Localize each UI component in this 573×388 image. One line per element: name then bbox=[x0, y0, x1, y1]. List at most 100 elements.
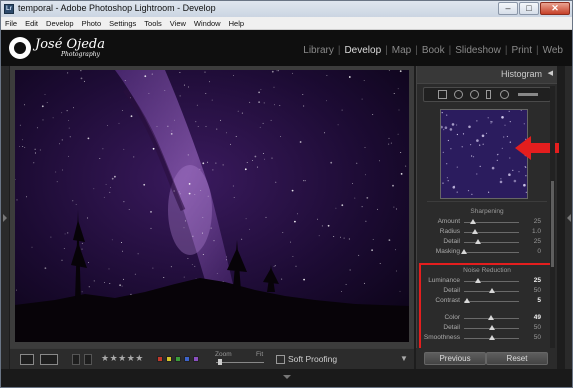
menu-edit[interactable]: Edit bbox=[21, 17, 42, 29]
histogram-header[interactable]: Histogram ◀ bbox=[417, 66, 557, 84]
noise-luminance-slider-knob[interactable] bbox=[475, 278, 481, 283]
module-web[interactable]: Web bbox=[540, 45, 566, 56]
noise-luminance-slider-knob[interactable] bbox=[489, 288, 495, 293]
noise-color-label: Detail bbox=[443, 324, 460, 331]
sharpening-value[interactable]: 25 bbox=[534, 238, 541, 245]
sharpening-slider-row[interactable]: Amount 25 bbox=[417, 218, 557, 226]
menu-develop[interactable]: Develop bbox=[42, 17, 78, 29]
sharpening-slider-knob[interactable] bbox=[470, 219, 476, 224]
menu-help[interactable]: Help bbox=[225, 17, 248, 29]
noise-color-value[interactable]: 50 bbox=[534, 334, 541, 341]
previous-button[interactable]: Previous bbox=[424, 352, 486, 365]
sharpening-slider-knob[interactable] bbox=[472, 229, 478, 234]
sharpening-slider-row[interactable]: Detail 25 bbox=[417, 238, 557, 246]
maximize-button[interactable]: □ bbox=[519, 2, 539, 15]
red-eye-icon[interactable] bbox=[470, 90, 479, 99]
identity-plate[interactable]: José Ojeda Photography bbox=[9, 37, 119, 61]
noise-color-value[interactable]: 50 bbox=[534, 324, 541, 331]
menu-file[interactable]: File bbox=[1, 17, 21, 29]
rating-stars[interactable]: ★★★★★ bbox=[101, 353, 144, 364]
filmstrip-toggle[interactable] bbox=[1, 369, 572, 387]
noise-luminance-slider-row[interactable]: Luminance 25 bbox=[417, 277, 557, 285]
module-library[interactable]: Library bbox=[300, 45, 337, 56]
milky-way-image bbox=[15, 70, 409, 342]
lightroom-app-icon[interactable]: Lr bbox=[4, 4, 14, 14]
sharpening-label: Detail bbox=[443, 238, 460, 245]
graduated-filter-icon[interactable] bbox=[486, 90, 491, 99]
right-panel-toggle[interactable] bbox=[565, 66, 572, 369]
noise-color-slider-knob[interactable] bbox=[488, 315, 494, 320]
module-slideshow[interactable]: Slideshow bbox=[452, 45, 504, 56]
color-label-purple[interactable] bbox=[193, 356, 199, 362]
reject-flag-icon[interactable] bbox=[84, 354, 92, 365]
noise-luminance-slider-row[interactable]: Contrast 5 bbox=[417, 297, 557, 305]
sharpening-label: Amount bbox=[437, 218, 460, 225]
sharpening-slider-knob[interactable] bbox=[475, 239, 481, 244]
noise-color-slider-row[interactable]: Detail 50 bbox=[417, 324, 557, 332]
identity-plate-subtitle: Photography bbox=[61, 51, 100, 58]
color-label-yellow[interactable] bbox=[166, 356, 172, 362]
sharpening-slider-track[interactable] bbox=[464, 242, 519, 243]
noise-color-slider-knob[interactable] bbox=[489, 335, 495, 340]
radial-filter-icon[interactable] bbox=[500, 90, 509, 99]
sharpening-value[interactable]: 25 bbox=[534, 218, 541, 225]
soft-proofing-checkbox[interactable] bbox=[276, 355, 285, 364]
collapse-icon[interactable]: ◀ bbox=[548, 69, 553, 77]
sharpening-value[interactable]: 0 bbox=[537, 248, 541, 255]
noise-luminance-slider-row[interactable]: Detail 50 bbox=[417, 287, 557, 295]
sharpening-value[interactable]: 1.0 bbox=[532, 228, 541, 235]
noise-luminance-label: Detail bbox=[443, 287, 460, 294]
minimize-button[interactable]: – bbox=[498, 2, 518, 15]
loupe-view-button[interactable] bbox=[20, 354, 34, 365]
toolbar-menu-icon[interactable]: ▼ bbox=[400, 354, 408, 363]
noise-luminance-slider-knob[interactable] bbox=[464, 298, 470, 303]
sharpening-slider-knob[interactable] bbox=[461, 249, 467, 254]
sharpening-label: Masking bbox=[435, 248, 460, 255]
image-canvas[interactable] bbox=[10, 66, 414, 348]
sharpening-slider-row[interactable]: Masking 0 bbox=[417, 248, 557, 256]
noise-color-value[interactable]: 49 bbox=[534, 314, 541, 321]
noise-luminance-label: Contrast bbox=[435, 297, 460, 304]
module-map[interactable]: Map bbox=[389, 45, 414, 56]
zoom-slider-knob[interactable] bbox=[218, 359, 222, 365]
noise-color-slider-row[interactable]: Smoothness 50 bbox=[417, 334, 557, 342]
noise-luminance-slider-track[interactable] bbox=[464, 281, 519, 282]
noise-luminance-slider-track[interactable] bbox=[464, 301, 519, 302]
menu-view[interactable]: View bbox=[166, 17, 190, 29]
reset-button[interactable]: Reset bbox=[486, 352, 548, 365]
expand-filmstrip-icon bbox=[283, 375, 291, 379]
left-panel-toggle[interactable] bbox=[1, 66, 9, 369]
module-print[interactable]: Print bbox=[508, 45, 535, 56]
module-book[interactable]: Book bbox=[419, 45, 448, 56]
divider bbox=[427, 201, 547, 202]
module-develop[interactable]: Develop bbox=[341, 45, 384, 56]
menu-window[interactable]: Window bbox=[190, 17, 225, 29]
sharpening-slider-track[interactable] bbox=[464, 252, 519, 253]
color-label-green[interactable] bbox=[175, 356, 181, 362]
milky-way-photo bbox=[15, 70, 409, 342]
noise-color-slider-row[interactable]: Color 49 bbox=[417, 314, 557, 322]
expand-right-icon bbox=[567, 214, 571, 222]
panel-scrollbar-thumb[interactable] bbox=[551, 181, 554, 267]
close-button[interactable]: ✕ bbox=[540, 2, 570, 15]
spot-removal-icon[interactable] bbox=[454, 90, 463, 99]
adjustment-brush-icon[interactable] bbox=[518, 93, 538, 96]
menu-bar: File Edit Develop Photo Settings Tools V… bbox=[1, 17, 572, 30]
noise-luminance-value[interactable]: 5 bbox=[537, 297, 541, 304]
menu-settings[interactable]: Settings bbox=[105, 17, 140, 29]
menu-photo[interactable]: Photo bbox=[78, 17, 106, 29]
sharpening-slider-row[interactable]: Radius 1.0 bbox=[417, 228, 557, 236]
color-label-blue[interactable] bbox=[184, 356, 190, 362]
before-after-view-button[interactable] bbox=[40, 354, 58, 365]
crop-tool-icon[interactable] bbox=[438, 90, 447, 99]
histogram-title: Histogram bbox=[500, 69, 542, 79]
zoom-slider[interactable] bbox=[216, 362, 264, 363]
window-title: temporal - Adobe Photoshop Lightroom - D… bbox=[18, 3, 216, 13]
zoom-label: Zoom bbox=[215, 351, 232, 358]
color-label-red[interactable] bbox=[157, 356, 163, 362]
noise-luminance-value[interactable]: 50 bbox=[534, 287, 541, 294]
menu-tools[interactable]: Tools bbox=[140, 17, 166, 29]
flag-icon[interactable] bbox=[72, 354, 80, 365]
noise-color-slider-knob[interactable] bbox=[489, 325, 495, 330]
noise-luminance-value[interactable]: 25 bbox=[534, 277, 541, 284]
